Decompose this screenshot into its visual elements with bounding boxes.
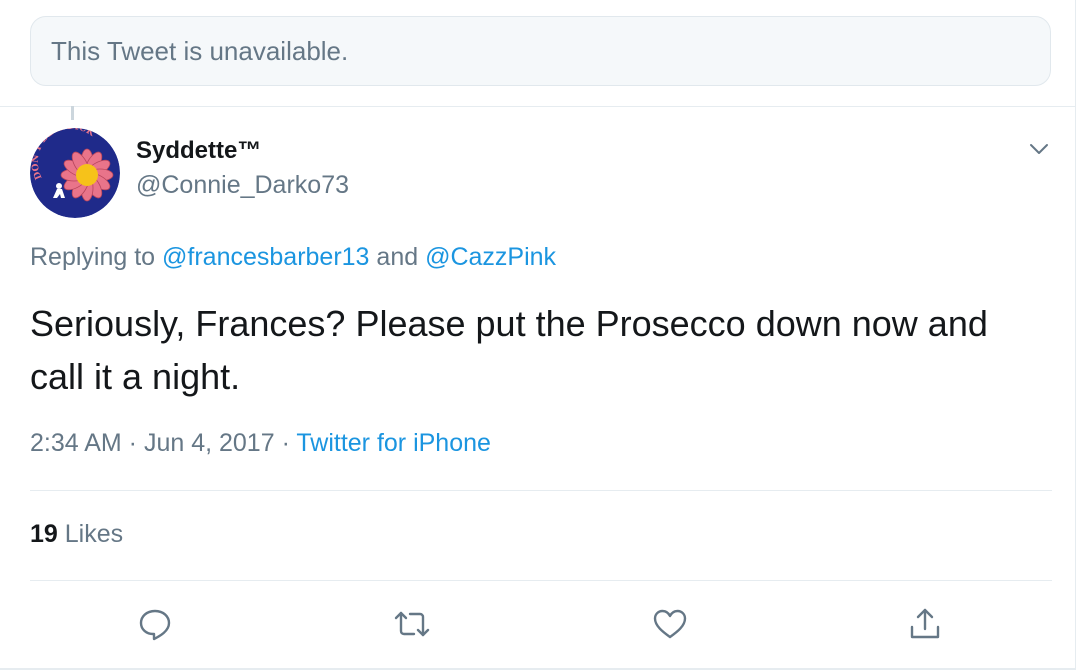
share-icon[interactable] <box>905 604 945 644</box>
thread-connector-line <box>71 106 74 120</box>
likes-count: 19 <box>30 520 58 548</box>
tweet-date[interactable]: Jun 4, 2017 <box>144 429 275 457</box>
mention-link[interactable]: @CazzPink <box>425 243 556 271</box>
likes-label: Likes <box>57 520 124 548</box>
tweet-actions <box>30 600 1052 650</box>
tweet-page: This Tweet is unavailable. DON'T BE A CK… <box>0 0 1076 670</box>
tweet-text: Seriously, Frances? Please put the Prose… <box>30 303 988 397</box>
retweet-icon[interactable] <box>392 604 432 644</box>
author-name[interactable]: Syddette™ <box>136 137 261 165</box>
meta-separator: · <box>121 429 144 457</box>
divider <box>30 580 1052 581</box>
tweet-meta: 2:34 AM · Jun 4, 2017 · Twitter for iPho… <box>30 429 491 458</box>
tweet-source-link[interactable]: Twitter for iPhone <box>296 429 491 457</box>
divider <box>0 106 1076 107</box>
likes-stat[interactable]: 19 Likes <box>30 520 123 549</box>
tweet-time[interactable]: 2:34 AM <box>30 429 122 457</box>
unavailable-tweet-notice: This Tweet is unavailable. <box>30 16 1051 86</box>
replying-to: Replying to @francesbarber13 and @CazzPi… <box>30 243 556 272</box>
like-icon[interactable] <box>650 604 690 644</box>
meta-separator: · <box>274 429 297 457</box>
replying-to-prefix: Replying to <box>30 243 163 271</box>
replying-to-conjunction: and <box>369 243 426 271</box>
avatar-image: DON'T BE A DICK <box>30 128 120 218</box>
unavailable-text: This Tweet is unavailable. <box>51 35 349 66</box>
author-handle[interactable]: @Connie_Darko73 <box>136 171 349 200</box>
reply-icon[interactable] <box>135 604 175 644</box>
mention-link[interactable]: @francesbarber13 <box>162 243 369 271</box>
divider <box>30 490 1052 491</box>
chevron-down-icon[interactable] <box>1023 133 1055 165</box>
avatar[interactable]: DON'T BE A DICK <box>30 128 120 218</box>
